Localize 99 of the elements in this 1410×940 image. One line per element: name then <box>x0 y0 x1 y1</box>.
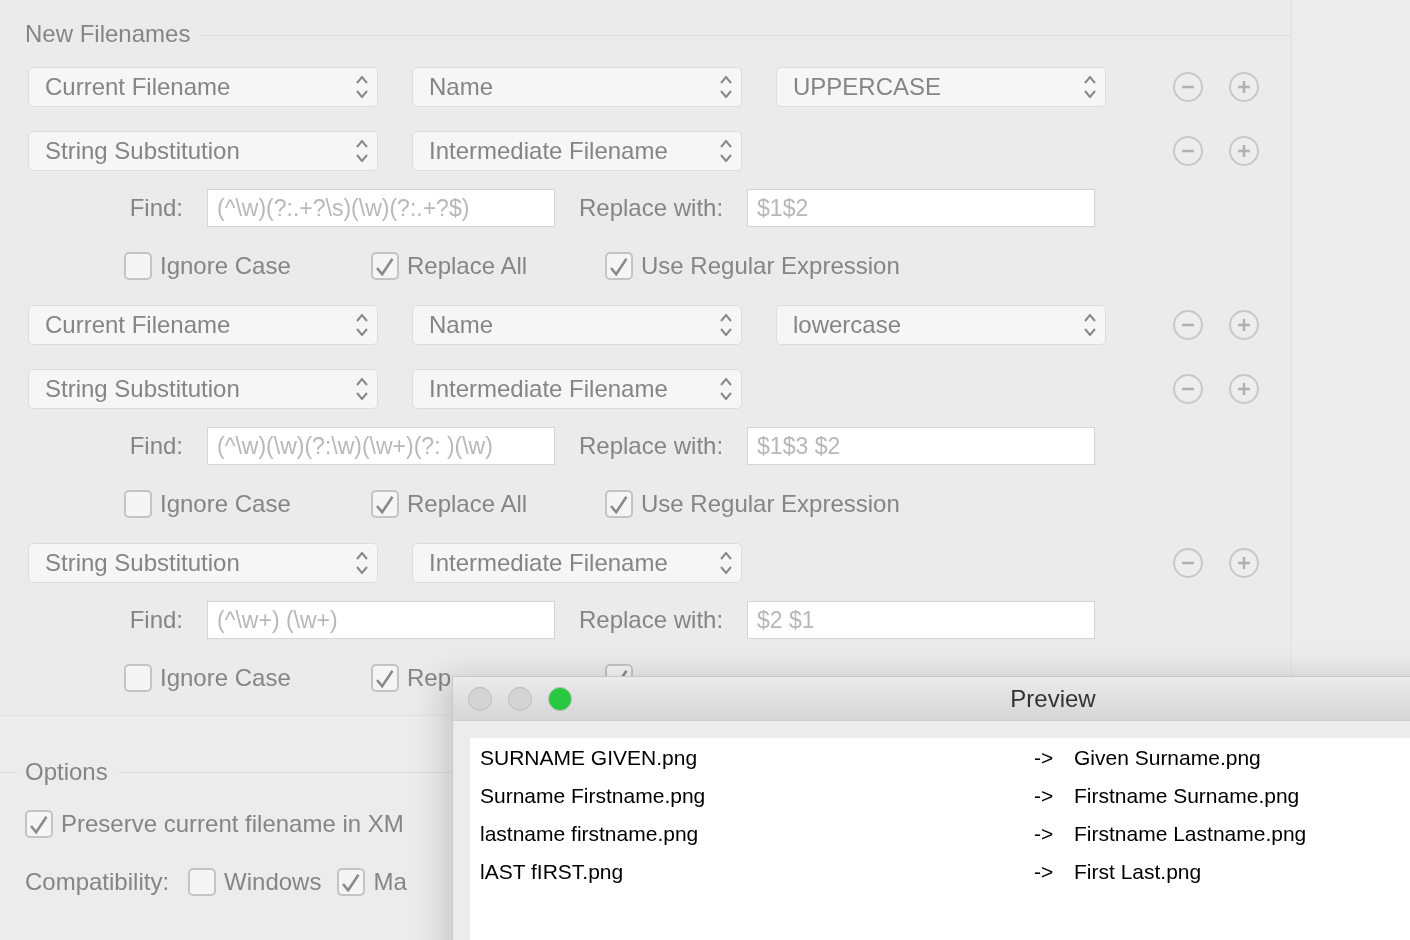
find-field[interactable]: (^\w+) (\w+) <box>207 601 555 639</box>
replace-label: Replace with: <box>579 605 724 635</box>
chevron-updown-icon <box>1083 74 1097 100</box>
chevron-updown-icon <box>719 312 733 338</box>
popup-button[interactable]: Intermediate Filename <box>412 543 742 583</box>
checkbox[interactable] <box>124 490 152 518</box>
checkbox-label: Ma <box>373 867 407 897</box>
arrow-text: -> <box>1034 783 1055 810</box>
checkbox-label: Ignore Case <box>160 489 291 519</box>
checkbox-label: Rep <box>407 663 452 693</box>
find-label: Find: <box>128 605 183 635</box>
source-filename: lastname firstname.png <box>480 821 700 848</box>
replace-field[interactable]: $2 $1 <box>747 601 1096 639</box>
chevron-updown-icon <box>355 74 369 100</box>
find-field[interactable]: (^\w)(?:.+?\s)(\w)(?:.+?$) <box>207 189 555 227</box>
plus-icon <box>1236 381 1252 397</box>
checkbox[interactable] <box>188 868 217 896</box>
popup-button[interactable]: lowercase <box>776 305 1106 345</box>
remove-button[interactable] <box>1173 136 1203 166</box>
checkbox-label: Replace All <box>407 489 528 519</box>
add-button[interactable] <box>1229 374 1259 404</box>
checkbox-label: Ignore Case <box>160 251 291 281</box>
replace-label: Replace with: <box>579 431 724 461</box>
remove-button[interactable] <box>1173 72 1203 102</box>
group-title: New Filenames <box>24 19 191 49</box>
popup-button[interactable]: String Substitution <box>28 543 378 583</box>
add-button[interactable] <box>1229 136 1259 166</box>
checkbox-label: Replace All <box>407 251 528 281</box>
arrow-text: -> <box>1034 821 1055 848</box>
checkbox[interactable] <box>371 252 399 280</box>
replace-label: Replace with: <box>579 193 724 223</box>
chevron-updown-icon <box>719 376 733 402</box>
add-button[interactable] <box>1229 548 1259 578</box>
popup-button[interactable]: Name <box>412 305 742 345</box>
find-label: Find: <box>128 431 183 461</box>
checkbox-label: Use Regular Expression <box>641 251 900 281</box>
remove-button[interactable] <box>1173 548 1203 578</box>
compatibility-label: Compatibility: <box>25 867 170 897</box>
group-title: Options <box>24 757 108 787</box>
plus-icon <box>1236 143 1252 159</box>
add-button[interactable] <box>1229 72 1259 102</box>
popup-button[interactable]: String Substitution <box>28 131 378 171</box>
plus-icon <box>1236 555 1252 571</box>
checkbox[interactable] <box>371 664 399 692</box>
chevron-updown-icon <box>719 550 733 576</box>
arrow-text: -> <box>1034 745 1055 772</box>
checkbox[interactable] <box>605 252 633 280</box>
target-filename: Given Surname.png <box>1074 745 1261 772</box>
popup-button[interactable]: String Substitution <box>28 369 378 409</box>
checkbox-label: Use Regular Expression <box>641 489 900 519</box>
chevron-updown-icon <box>719 74 733 100</box>
source-filename: lAST fIRST.png <box>480 859 625 886</box>
chevron-updown-icon <box>719 138 733 164</box>
checkmark-icon <box>376 668 394 688</box>
remove-button[interactable] <box>1173 310 1203 340</box>
zoom-window-button[interactable] <box>548 686 572 711</box>
find-field[interactable]: (^\w)(\w)(?:\w)(\w+)(?: )(\w) <box>207 427 555 465</box>
target-filename: First Last.png <box>1074 859 1202 886</box>
checkmark-icon <box>610 494 628 514</box>
checkbox-label: Windows <box>224 867 322 897</box>
chevron-updown-icon <box>355 550 369 576</box>
popup-button[interactable]: Current Filename <box>28 67 378 107</box>
chevron-updown-icon <box>355 376 369 402</box>
add-button[interactable] <box>1229 310 1259 340</box>
popup-button[interactable]: Name <box>412 67 742 107</box>
checkmark-icon <box>30 814 48 834</box>
checkmark-icon <box>376 494 394 514</box>
source-filename: SURNAME GIVEN.png <box>480 745 699 772</box>
popup-button[interactable]: UPPERCASE <box>776 67 1106 107</box>
checkmark-icon <box>610 256 628 276</box>
close-window-button[interactable] <box>468 686 492 711</box>
popup-button[interactable]: Intermediate Filename <box>412 369 742 409</box>
popup-button[interactable]: Intermediate Filename <box>412 131 742 171</box>
checkbox[interactable] <box>371 490 399 518</box>
plus-icon <box>1236 79 1252 95</box>
checkmark-icon <box>342 872 361 892</box>
remove-button[interactable] <box>1173 374 1203 404</box>
arrow-text: -> <box>1034 859 1055 886</box>
checkbox-label: Ignore Case <box>160 663 291 693</box>
replace-field[interactable]: $1$3 $2 <box>747 427 1096 465</box>
popup-button[interactable]: Current Filename <box>28 305 378 345</box>
plus-icon <box>1236 317 1252 333</box>
window-title: Preview <box>1009 683 1097 714</box>
target-filename: Firstname Surname.png <box>1074 783 1300 810</box>
checkbox-label: Preserve current filename in XM <box>61 809 404 839</box>
replace-field[interactable]: $1$2 <box>747 189 1096 227</box>
checkbox[interactable] <box>124 664 152 692</box>
minimize-window-button[interactable] <box>508 686 532 711</box>
chevron-updown-icon <box>355 312 369 338</box>
target-filename: Firstname Lastname.png <box>1074 821 1307 848</box>
chevron-updown-icon <box>1083 312 1097 338</box>
find-label: Find: <box>128 193 183 223</box>
checkbox[interactable] <box>337 868 366 896</box>
checkbox[interactable] <box>25 810 53 838</box>
checkmark-icon <box>376 256 394 276</box>
source-filename: Surname Firstname.png <box>480 783 707 810</box>
chevron-updown-icon <box>355 138 369 164</box>
checkbox[interactable] <box>605 490 633 518</box>
checkbox[interactable] <box>124 252 152 280</box>
